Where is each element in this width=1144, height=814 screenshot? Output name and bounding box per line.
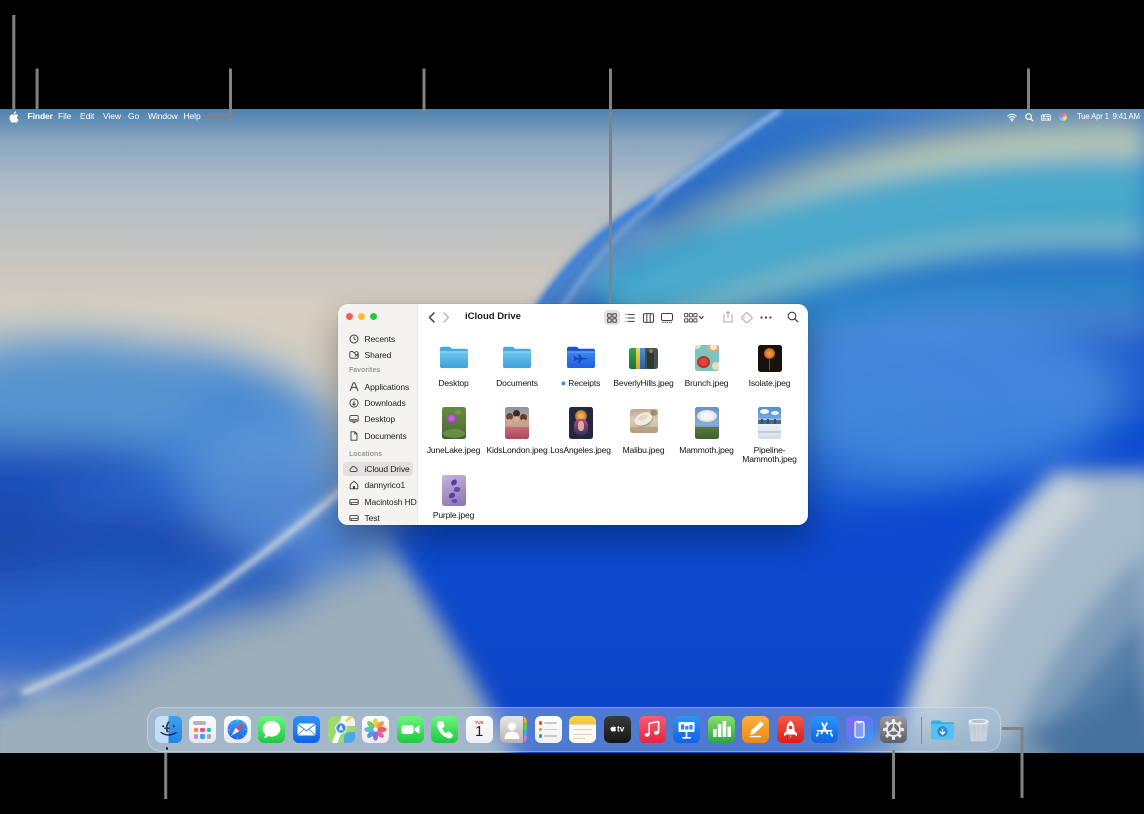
svg-text:tv: tv — [617, 725, 625, 734]
